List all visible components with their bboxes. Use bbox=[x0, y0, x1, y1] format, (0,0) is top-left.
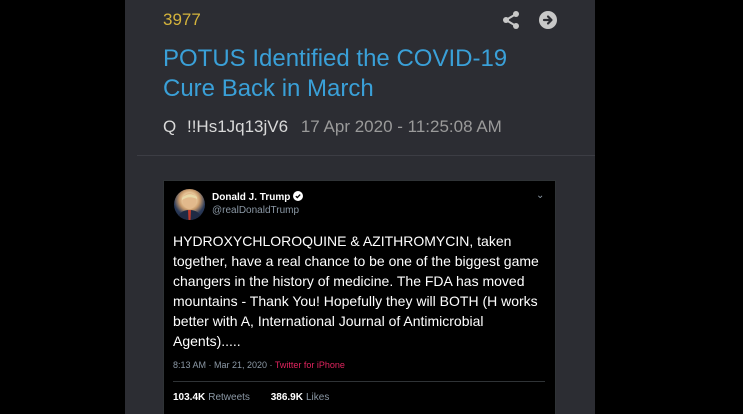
share-icon[interactable] bbox=[501, 10, 521, 30]
divider bbox=[173, 381, 545, 382]
likes-label: Likes bbox=[305, 392, 330, 403]
tweet-display-name[interactable]: Donald J. Trump bbox=[212, 191, 304, 203]
post-meta: Q !!Hs1Jq13jV6 17 Apr 2020 - 11:25:08 AM bbox=[163, 117, 502, 137]
tweet-text: HYDROXYCHLOROQUINE & AZITHROMYCIN, taken… bbox=[173, 233, 539, 349]
likes-count: 386.9K bbox=[270, 392, 303, 403]
tripcode: !!Hs1Jq13jV6 bbox=[186, 117, 289, 136]
chevron-down-icon[interactable]: ⌄ bbox=[536, 190, 544, 201]
retweets-stat[interactable]: 103.4K Retweets bbox=[173, 392, 253, 403]
author-name: Q bbox=[163, 117, 177, 136]
tweet-handle[interactable]: @realDonaldTrump bbox=[212, 205, 299, 216]
post-timestamp: 17 Apr 2020 - 11:25:08 AM bbox=[300, 117, 502, 136]
verified-badge-icon bbox=[293, 191, 304, 201]
tweet-source-link[interactable]: Twitter for iPhone bbox=[275, 360, 345, 370]
post-title: POTUS Identified the COVID-19 Cure Back … bbox=[163, 45, 508, 102]
embedded-tweet[interactable]: Donald J. Trump @realDonaldTrump ⌄ HYDRO… bbox=[163, 180, 556, 414]
divider bbox=[137, 155, 595, 156]
tweet-stats: 103.4K Retweets 386.9K Likes bbox=[173, 392, 329, 403]
arrow-right-circle-icon[interactable] bbox=[537, 9, 559, 31]
retweets-label: Retweets bbox=[208, 392, 250, 403]
tweet-time[interactable]: 8:13 AM · Mar 21, 2020 · bbox=[173, 360, 273, 370]
display-name-text: Donald J. Trump bbox=[212, 192, 291, 203]
avatar[interactable] bbox=[174, 189, 205, 220]
retweets-count: 103.4K bbox=[173, 392, 206, 403]
post-card: 3977 POTUS Identified the COVID-19 Cure … bbox=[125, 0, 595, 414]
post-number[interactable]: 3977 bbox=[163, 10, 201, 30]
tweet-meta: 8:13 AM · Mar 21, 2020 · Twitter for iPh… bbox=[173, 360, 345, 370]
likes-stat[interactable]: 386.9K Likes bbox=[271, 392, 330, 403]
